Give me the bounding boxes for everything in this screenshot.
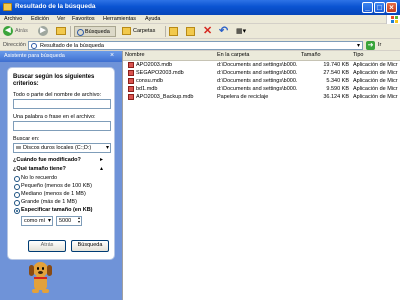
close-pane-icon[interactable]: × [110,52,114,59]
back-button[interactable]: ◀ Atrás [3,26,37,37]
size-option-label: Mediano (menos de 1 MB) [21,191,86,197]
size-mode-select[interactable]: como mí ▾ [21,216,53,226]
name-label: Todo o parte del nombre de archivo: [13,92,102,98]
when-modified-toggle[interactable]: ¿Cuándo fue modificado? [13,157,81,163]
address-value: Resultado de la búsqueda [40,43,104,49]
size-radio-small[interactable] [14,184,20,190]
collapse-icon[interactable]: ▴ [100,165,103,172]
size-option-label: No lo recuerdo [21,175,58,181]
phrase-input[interactable] [13,121,111,131]
back-arrow-icon: ◀ [3,26,13,36]
windows-logo-icon [386,15,400,24]
back-label: Atrás [15,28,28,34]
expand-icon[interactable]: ▸ [100,156,103,163]
access-file-icon [128,62,134,68]
start-search-button[interactable]: Búsqueda [71,240,109,252]
window-title: Resultado de la búsqueda [15,3,96,10]
go-arrow-icon: ➜ [366,41,375,50]
toolbar-separator [165,26,166,37]
search-heading: Buscar según los siguientes criterios: [13,74,95,87]
size-radio-unknown[interactable] [14,176,20,182]
menu-archivo[interactable]: Archivo [4,16,22,22]
table-row[interactable]: consu.mdb d:\Documents and settings\b000… [123,77,400,85]
search-button[interactable]: Búsqueda [74,26,116,37]
address-bar: Dirección Resultado de la búsqueda ▾ ➜ I… [0,39,400,51]
search-criteria-box: Buscar según los siguientes criterios: T… [7,67,115,260]
menu-bar: Archivo Edición Ver Favoritos Herramient… [0,15,400,24]
chevron-down-icon: ▾ [105,145,109,151]
folders-icon [122,27,131,35]
folders-button[interactable]: Carpetas [122,26,162,37]
search-label: Búsqueda [85,29,110,35]
chevron-down-icon: ▾ [47,218,51,224]
up-folder-icon [56,27,66,35]
close-button[interactable]: × [386,2,397,13]
forward-button[interactable]: ▶ [38,26,54,37]
address-dropdown-icon[interactable]: ▾ [357,42,360,49]
address-label: Dirección [3,42,26,48]
table-row[interactable]: SEGAPO2003.mdb d:\Documents and settings… [123,69,400,77]
size-value-stepper[interactable]: 5000 ▴ ▾ [56,216,82,226]
size-radio-medium[interactable] [14,192,20,198]
folders-label: Carpetas [133,28,156,34]
stepper-arrows-icon[interactable]: ▴ ▾ [78,216,80,224]
back-search-button[interactable]: Atrás [28,240,66,252]
table-row[interactable]: APO2003.mdb d:\Documents and settings\b0… [123,61,400,69]
size-option-label: Especificar tamaño (en KB) [21,207,93,213]
title-bar: Resultado de la búsqueda _ □ × [0,0,400,15]
filename-input[interactable] [13,99,111,109]
what-size-toggle[interactable]: ¿Qué tamaño tiene? [13,166,66,172]
access-file-icon [128,86,134,92]
search-icon [77,29,84,36]
menu-edicion[interactable]: Edición [31,16,49,22]
column-header-folder[interactable]: En la carpeta [215,51,302,61]
maximize-button[interactable]: □ [374,2,385,13]
move-to-folder-icon [169,27,178,36]
search-pane-header: Asistente para búsqueda × [0,51,122,62]
toolbar: ◀ Atrás ▶ Búsqueda Carpetas ✕ ↶ ▦▾ [0,24,400,39]
access-file-icon [128,70,134,76]
search-dog-icon[interactable] [28,262,52,296]
access-file-icon [128,78,134,84]
lookin-label: Buscar en: [13,136,40,142]
views-icon: ▦▾ [236,28,247,35]
move-to-button[interactable] [169,26,180,37]
column-header-size[interactable]: Tamaño [299,51,354,61]
minimize-button[interactable]: _ [362,2,373,13]
menu-herramientas[interactable]: Herramientas [103,16,136,22]
search-results-icon [31,43,37,49]
forward-arrow-icon: ▶ [38,26,48,36]
table-row[interactable]: bd1.mdb d:\Documents and settings\b000..… [123,85,400,93]
search-pane-title: Asistente para búsqueda [4,53,65,59]
address-input[interactable]: Resultado de la búsqueda ▾ [28,41,363,50]
lookin-select[interactable]: Discos duros locales (C:;D:) ▾ [13,143,111,153]
copy-to-button[interactable] [186,26,197,37]
search-folder-icon [3,3,12,11]
column-header-name[interactable]: Nombre [123,51,218,61]
size-option-label: Grande (más de 1 MB) [21,199,77,205]
copy-to-folder-icon [186,27,195,36]
undo-icon[interactable]: ↶ [219,26,230,37]
size-radio-specify[interactable] [14,208,20,214]
menu-ayuda[interactable]: Ayuda [145,16,161,22]
size-radio-large[interactable] [14,200,20,206]
phrase-label: Una palabra o frase en el archivo: [13,114,96,120]
views-button[interactable]: ▦▾ [236,26,256,37]
column-header-type[interactable]: Tipo [351,51,400,61]
toolbar-separator [70,26,71,37]
access-file-icon [128,94,134,100]
menu-ver[interactable]: Ver [57,16,65,22]
up-folder-button[interactable] [56,26,68,37]
go-button[interactable]: ➜ Ir [366,41,396,50]
delete-icon[interactable]: ✕ [203,26,214,37]
go-label: Ir [378,42,382,48]
table-row[interactable]: APO2003_Backup.mdb Papelera de reciclaje… [123,93,400,101]
size-option-label: Pequeño (menos de 100 KB) [21,183,92,189]
drive-icon [16,146,21,149]
results-list: Nombre En la carpeta Tamaño Tipo APO2003… [122,51,400,300]
menu-favoritos[interactable]: Favoritos [72,16,95,22]
